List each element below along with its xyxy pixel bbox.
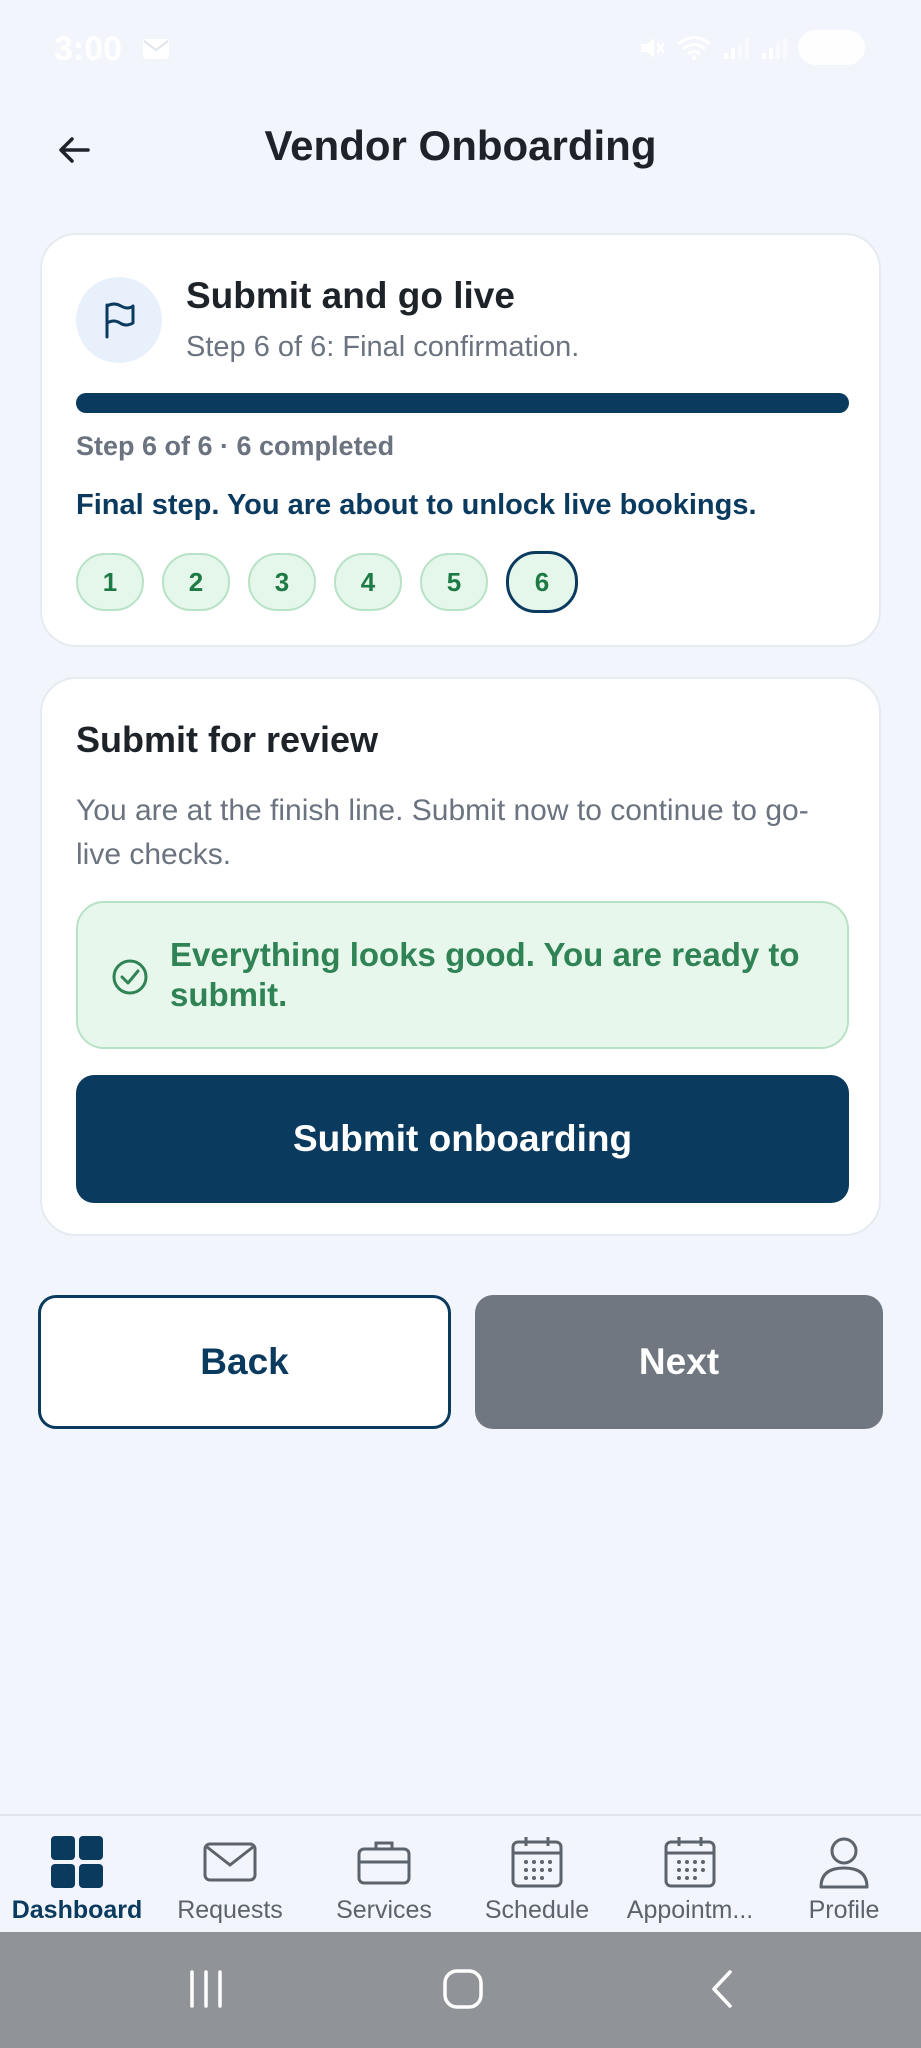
tab-dashboard[interactable]: Dashboard — [2, 1834, 152, 1934]
review-card: Submit for review You are at the finish … — [40, 677, 881, 1236]
dashboard-icon — [51, 1836, 103, 1888]
tab-label: Dashboard — [11, 1896, 143, 1924]
step-subtitle: Step 6 of 6: Final confirmation. — [186, 331, 580, 363]
tab-profile[interactable]: Profile — [769, 1834, 919, 1934]
review-description: You are at the finish line. Submit now t… — [76, 794, 809, 871]
review-title: Submit for review — [76, 719, 379, 760]
page-title: Vendor Onboarding — [264, 122, 657, 169]
status-time: 3:00 — [54, 30, 123, 68]
flag-icon — [105, 302, 135, 339]
home-icon[interactable] — [442, 1968, 484, 2010]
calendar-icon — [664, 1837, 716, 1888]
tab-requests[interactable]: Requests — [155, 1834, 305, 1934]
step-count: Step 6 of 6 · 6 completed — [76, 431, 395, 461]
briefcase-icon — [357, 1841, 411, 1885]
success-message: Everything looks good. You are ready to … — [170, 936, 800, 1013]
app-header: Vendor Onboarding — [0, 100, 921, 200]
step-navigation: Back Next — [38, 1295, 883, 1429]
final-step-note: Final step. You are about to unlock live… — [76, 489, 757, 521]
calendar-icon — [511, 1837, 563, 1888]
step-pill-6[interactable]: 6 — [506, 551, 578, 613]
tab-label: Schedule — [484, 1896, 590, 1924]
tab-label: Services — [336, 1896, 432, 1924]
bottom-tab-bar: Dashboard Requests Services Schedule App… — [0, 1814, 921, 1932]
check-circle-icon — [112, 959, 148, 995]
person-icon — [819, 1837, 869, 1889]
progress-bar-fill — [76, 393, 849, 413]
notification-mail-icon — [143, 39, 169, 59]
step-pill-1[interactable]: 1 — [76, 553, 144, 611]
wifi-icon — [676, 35, 711, 60]
signal-icon-2 — [761, 37, 787, 59]
tab-label: Appointm... — [626, 1896, 754, 1924]
step-pill-2[interactable]: 2 — [162, 553, 230, 611]
battery-level: 100 — [809, 32, 853, 62]
tab-services[interactable]: Services — [309, 1834, 459, 1934]
status-bar: 3:00 100 — [0, 0, 921, 100]
battery-icon: 100 — [797, 30, 865, 65]
back-button[interactable]: Back — [38, 1295, 451, 1429]
next-button[interactable]: Next — [475, 1295, 883, 1429]
step-pill-4[interactable]: 4 — [334, 553, 402, 611]
mute-icon — [640, 37, 665, 58]
system-navigation-bar — [0, 1932, 921, 2048]
progress-bar — [76, 393, 849, 413]
step-pill-3[interactable]: 3 — [248, 553, 316, 611]
tab-appointments[interactable]: Appointm... — [615, 1834, 765, 1934]
recent-apps-icon[interactable] — [186, 1968, 226, 2010]
tab-schedule[interactable]: Schedule — [462, 1834, 612, 1934]
mail-icon — [203, 1842, 257, 1882]
step-title: Submit and go live — [186, 275, 515, 316]
progress-card: Submit and go live Step 6 of 6: Final co… — [40, 233, 881, 647]
tab-label: Profile — [808, 1896, 880, 1924]
tab-label: Requests — [177, 1896, 283, 1924]
signal-icon — [723, 37, 749, 59]
status-icons: 100 — [638, 30, 865, 65]
success-banner: Everything looks good. You are ready to … — [76, 901, 849, 1049]
step-indicator: 123456 — [76, 551, 578, 613]
submit-onboarding-button[interactable]: Submit onboarding — [76, 1075, 849, 1203]
flag-badge — [76, 277, 162, 363]
system-back-icon[interactable] — [704, 1968, 740, 2010]
step-pill-5[interactable]: 5 — [420, 553, 488, 611]
